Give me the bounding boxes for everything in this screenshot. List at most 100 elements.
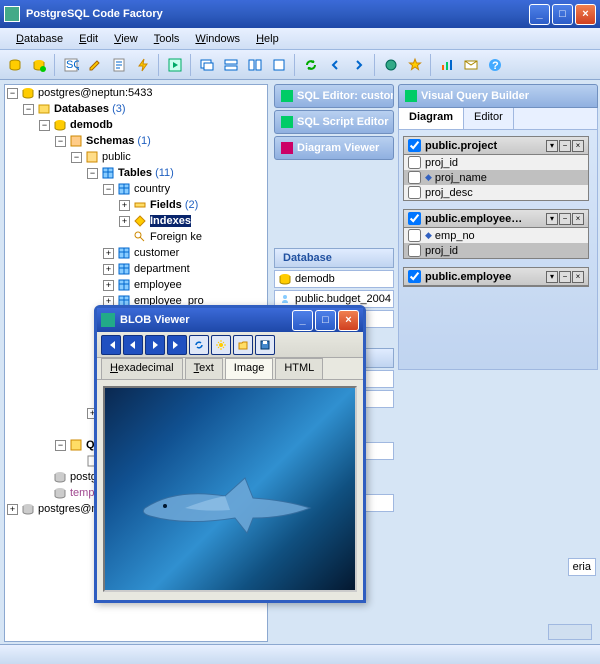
- maximize-button[interactable]: □: [552, 4, 573, 25]
- save-icon[interactable]: [255, 335, 275, 355]
- brightness-icon[interactable]: [211, 335, 231, 355]
- close-icon[interactable]: ×: [572, 271, 584, 283]
- blob-close-button[interactable]: ×: [338, 310, 359, 331]
- vqb-col[interactable]: proj_id: [404, 243, 588, 258]
- vqb-diagram-body[interactable]: public.project▾−× proj_id ◆proj_name pro…: [398, 130, 598, 370]
- tree-node-country[interactable]: −country: [5, 181, 267, 197]
- blob-tab-image[interactable]: Image: [225, 358, 274, 379]
- tree-node-foreignkey[interactable]: Foreign ke: [5, 229, 267, 245]
- vqb-col[interactable]: proj_desc: [404, 185, 588, 200]
- refresh-icon[interactable]: [189, 335, 209, 355]
- tab-sql-script[interactable]: SQL Script Editor: [274, 110, 394, 134]
- mail-icon[interactable]: [460, 54, 482, 76]
- vqb-table-employee-a[interactable]: public.employee…▾−× ◆emp_no proj_id: [403, 209, 589, 259]
- tree-node-public[interactable]: −public: [5, 149, 267, 165]
- last-icon[interactable]: [167, 335, 187, 355]
- blob-minimize-button[interactable]: _: [292, 310, 313, 331]
- tree-node-tables[interactable]: −Tables (11): [5, 165, 267, 181]
- chart-icon[interactable]: [436, 54, 458, 76]
- menu-windows[interactable]: Windows: [187, 31, 248, 47]
- refresh-icon[interactable]: [300, 54, 322, 76]
- tree-node-customer[interactable]: +customer: [5, 245, 267, 261]
- open-icon[interactable]: [233, 335, 253, 355]
- vqb-table-employee-b[interactable]: public.employee▾−×: [403, 267, 589, 287]
- window-single-icon[interactable]: [268, 54, 290, 76]
- vqb-col[interactable]: ◆proj_name: [404, 170, 588, 185]
- tab-sql-editor[interactable]: SQL Editor: custom: [274, 84, 394, 108]
- close-icon[interactable]: ×: [572, 213, 584, 225]
- tree-node-schemas[interactable]: −Schemas (1): [5, 133, 267, 149]
- blob-image-shark: [103, 386, 357, 592]
- menu-edit[interactable]: Edit: [71, 31, 106, 47]
- sql-icon[interactable]: SQL: [60, 54, 82, 76]
- menu-database[interactable]: Database: [8, 31, 71, 47]
- tree-node-department[interactable]: +department: [5, 261, 267, 277]
- app-icon: [4, 6, 20, 22]
- vqb-tab-editor[interactable]: Editor: [464, 108, 514, 129]
- db-add-icon[interactable]: [4, 54, 26, 76]
- workspace: −postgres@neptun:5433 −Databases (3) −de…: [0, 80, 600, 644]
- vqb-title[interactable]: Visual Query Builder: [398, 84, 598, 108]
- key-icon: ◆: [425, 172, 432, 183]
- menu-view[interactable]: View: [106, 31, 146, 47]
- vqb-tab-diagram[interactable]: Diagram: [399, 108, 464, 129]
- blob-tabbar: Hexadecimal Text Image HTML: [97, 358, 363, 380]
- blob-tab-html[interactable]: HTML: [275, 358, 323, 379]
- tree-node-indexes[interactable]: +Indexes: [5, 213, 267, 229]
- menubar: Database Edit View Tools Windows Help: [0, 28, 600, 50]
- edit-icon[interactable]: [84, 54, 106, 76]
- blob-tab-hex[interactable]: Hexadecimal: [101, 358, 183, 379]
- partial-label-eria: eria: [568, 558, 596, 576]
- vqb-table-project[interactable]: public.project▾−× proj_id ◆proj_name pro…: [403, 136, 589, 201]
- tree-node-employee[interactable]: +employee: [5, 277, 267, 293]
- blob-tab-text[interactable]: Text: [185, 358, 223, 379]
- vqb-table-check[interactable]: [408, 212, 421, 225]
- vqb-table-check[interactable]: [408, 270, 421, 283]
- vqb-table-check[interactable]: [408, 139, 421, 152]
- window-new-icon[interactable]: [196, 54, 218, 76]
- close-icon[interactable]: ×: [572, 140, 584, 152]
- lightning-icon[interactable]: [132, 54, 154, 76]
- menu-tools[interactable]: Tools: [146, 31, 188, 47]
- close-button[interactable]: ×: [575, 4, 596, 25]
- vqb-col[interactable]: ◆emp_no: [404, 228, 588, 243]
- dropdown-icon[interactable]: ▾: [546, 213, 558, 225]
- db-item-demodb[interactable]: demodb: [274, 270, 394, 288]
- help-icon[interactable]: ?: [484, 54, 506, 76]
- tree-node-databases[interactable]: −Databases (3): [5, 101, 267, 117]
- tree-node-fields[interactable]: +Fields (2): [5, 197, 267, 213]
- blob-titlebar[interactable]: BLOB Viewer _ □ ×: [97, 308, 363, 332]
- script-icon[interactable]: [108, 54, 130, 76]
- window-title: PostgreSQL Code Factory: [26, 8, 529, 20]
- tab-diagram-viewer[interactable]: Diagram Viewer: [274, 136, 394, 160]
- menu-help[interactable]: Help: [248, 31, 287, 47]
- tree-node-root[interactable]: −postgres@neptun:5433: [5, 85, 267, 101]
- blob-maximize-button[interactable]: □: [315, 310, 336, 331]
- window-tile-v-icon[interactable]: [244, 54, 266, 76]
- minimize-button[interactable]: _: [529, 4, 550, 25]
- blob-viewer-window[interactable]: BLOB Viewer _ □ × Hexadecimal Text Image…: [94, 305, 366, 603]
- forward-icon[interactable]: [348, 54, 370, 76]
- blob-toolbar: [97, 332, 363, 358]
- minimize-icon[interactable]: −: [559, 140, 571, 152]
- globe-icon[interactable]: [380, 54, 402, 76]
- back-icon[interactable]: [324, 54, 346, 76]
- minimize-icon[interactable]: −: [559, 271, 571, 283]
- titlebar: PostgreSQL Code Factory _ □ ×: [0, 0, 600, 28]
- first-icon[interactable]: [101, 335, 121, 355]
- horizontal-scrollbar[interactable]: [548, 624, 592, 640]
- vqb-col[interactable]: proj_id: [404, 155, 588, 170]
- database-panel-header: Database: [274, 248, 394, 268]
- dropdown-icon[interactable]: ▾: [546, 271, 558, 283]
- db-connect-icon[interactable]: [28, 54, 50, 76]
- run-icon[interactable]: [164, 54, 186, 76]
- prev-icon[interactable]: [123, 335, 143, 355]
- toolbar: SQL ?: [0, 50, 600, 80]
- dropdown-icon[interactable]: ▾: [546, 140, 558, 152]
- svg-text:SQL: SQL: [66, 59, 79, 71]
- minimize-icon[interactable]: −: [559, 213, 571, 225]
- star-icon[interactable]: [404, 54, 426, 76]
- window-tile-h-icon[interactable]: [220, 54, 242, 76]
- tree-node-demodb[interactable]: −demodb: [5, 117, 267, 133]
- next-icon[interactable]: [145, 335, 165, 355]
